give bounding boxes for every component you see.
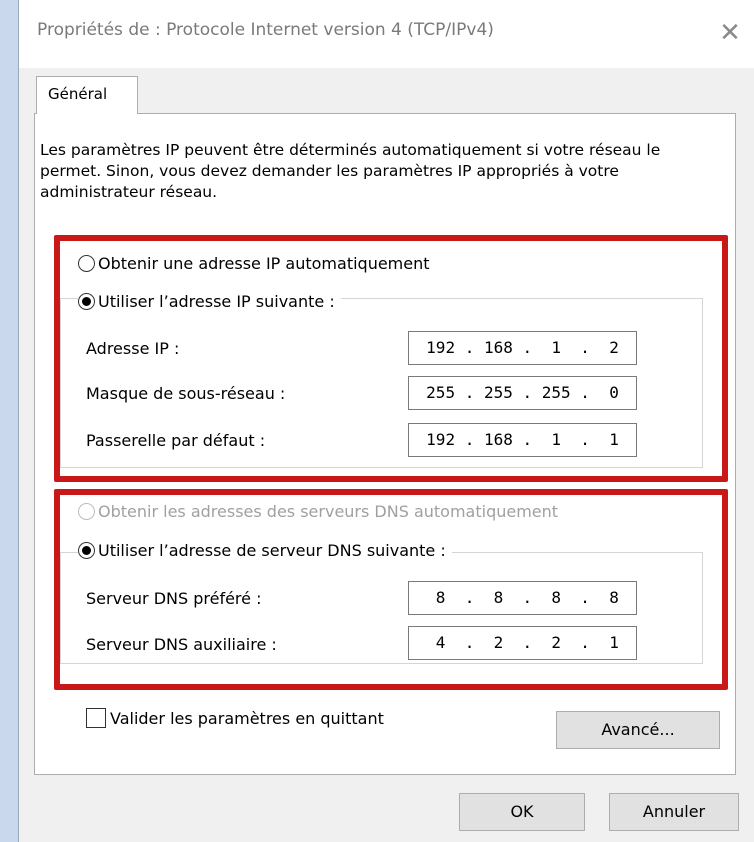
ok-button[interactable]: OK bbox=[459, 793, 585, 831]
ip-settings-highlight-box bbox=[54, 235, 728, 482]
tab-general-label: Général bbox=[48, 85, 108, 103]
dns-settings-highlight-box bbox=[54, 489, 728, 690]
validate-settings-row[interactable]: Valider les paramètres en quittant bbox=[86, 708, 384, 728]
cancel-button[interactable]: Annuler bbox=[609, 793, 739, 831]
title-bar: Propriétés de : Protocole Internet versi… bbox=[19, 0, 754, 68]
validate-settings-label: Valider les paramètres en quittant bbox=[110, 708, 384, 728]
close-icon[interactable]: ✕ bbox=[715, 18, 745, 48]
intro-text: Les paramètres IP peuvent être déterminé… bbox=[40, 141, 661, 201]
window-title: Propriétés de : Protocole Internet versi… bbox=[37, 20, 494, 40]
tab-general[interactable]: Général bbox=[36, 76, 138, 114]
validate-settings-checkbox[interactable] bbox=[86, 708, 106, 728]
advanced-button[interactable]: Avancé... bbox=[556, 711, 720, 749]
